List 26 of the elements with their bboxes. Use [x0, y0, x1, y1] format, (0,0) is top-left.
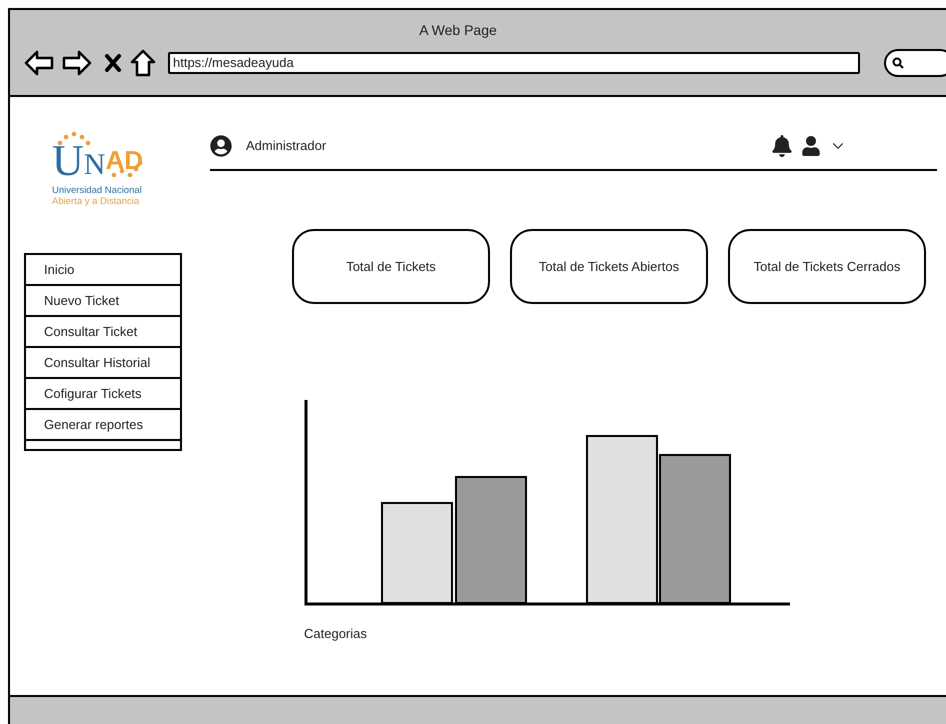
home-icon[interactable] [130, 49, 156, 77]
bell-icon[interactable] [771, 135, 793, 157]
back-icon[interactable] [24, 49, 54, 77]
axis-label: Categorias [304, 625, 368, 643]
logo-letter: U [52, 139, 84, 183]
menu-item[interactable]: Generar reportes [26, 410, 180, 441]
menu-item[interactable]: Nuevo Ticket [26, 286, 180, 317]
search-icon [892, 57, 904, 69]
menu-item[interactable]: Consultar Historial [26, 348, 180, 379]
menu-item[interactable]: Consultar Ticket [26, 317, 180, 348]
logo-letter: N [84, 150, 106, 180]
window-title: A Web Page [419, 21, 497, 40]
stat-card: Total de Tickets [292, 229, 490, 304]
forward-icon[interactable] [62, 49, 92, 77]
stat-card: Total de Tickets Abiertos [510, 229, 708, 304]
menu-item[interactable]: Cofigurar Tickets [26, 379, 180, 410]
close-icon[interactable] [104, 53, 122, 73]
logo-text: Abierta y a Distancia [52, 196, 140, 207]
stat-card: Total de Tickets Cerrados [728, 229, 926, 304]
search-field[interactable] [884, 49, 946, 77]
user-name: Administrador [246, 137, 326, 156]
user-icon[interactable] [801, 136, 821, 156]
url-field[interactable]: https://mesadeayuda [168, 52, 860, 74]
menu-item[interactable]: Inicio [26, 255, 180, 286]
avatar-icon [210, 135, 232, 157]
logo-text: Universidad Nacional [52, 185, 142, 196]
